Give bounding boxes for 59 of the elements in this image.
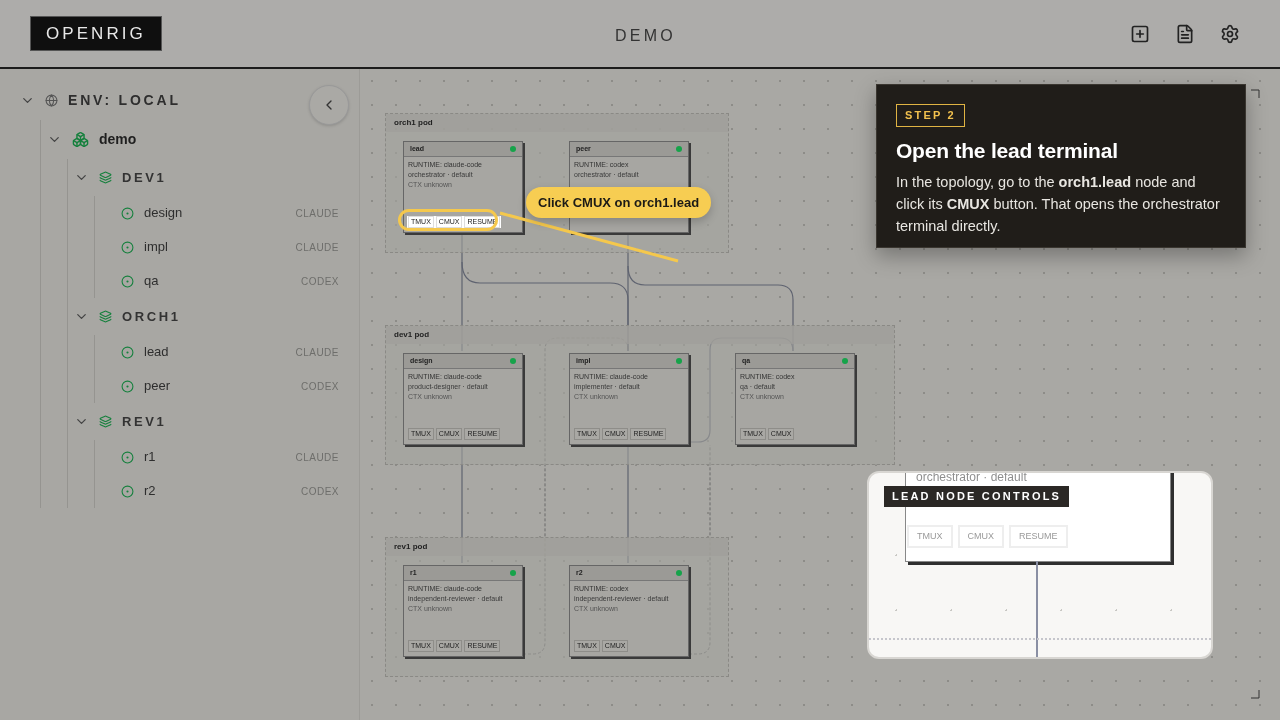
role-text: orchestrator · default bbox=[916, 473, 1027, 486]
tree-label: ENV: LOCAL bbox=[68, 90, 181, 110]
pod-title: orch1 pod bbox=[394, 117, 433, 129]
tree-row[interactable]: r2 CODEX bbox=[121, 474, 359, 508]
tree-label: qa bbox=[144, 272, 159, 291]
runtime-label: CODEX bbox=[300, 274, 339, 289]
tree-label: r2 bbox=[144, 482, 156, 501]
tree-row[interactable]: demo bbox=[47, 120, 359, 159]
document-icon[interactable] bbox=[1175, 23, 1195, 44]
tree-row[interactable]: ORCH1 bbox=[74, 298, 359, 335]
tree-row[interactable]: impl CLAUDE bbox=[121, 230, 359, 264]
runtime-label: CODEX bbox=[300, 379, 339, 394]
tree-row[interactable]: r1 CLAUDE bbox=[121, 440, 359, 474]
globe-icon bbox=[45, 93, 58, 107]
pod-title: rev1 pod bbox=[394, 541, 428, 553]
runtime-label: CLAUDE bbox=[295, 345, 339, 360]
agent-icon bbox=[121, 379, 134, 393]
page-title: DEMO bbox=[615, 26, 676, 46]
agent-icon bbox=[121, 240, 134, 254]
tree-row[interactable]: qa CODEX bbox=[121, 264, 359, 298]
agent-icon bbox=[121, 450, 134, 464]
tree-label: impl bbox=[144, 238, 168, 257]
agent-icon bbox=[121, 484, 134, 498]
tree-label: REV1 bbox=[122, 412, 167, 431]
tree-row[interactable]: ENV: LOCAL bbox=[20, 80, 359, 120]
runtime-label: CLAUDE bbox=[295, 240, 339, 255]
tour-description: In the topology, go to the orch1.lead node and click its CMUX button. That opens the orchestrator terminal directly. bbox=[896, 173, 1221, 237]
tree-label: ORCH1 bbox=[122, 307, 181, 326]
tree-row[interactable]: DEV1 bbox=[74, 159, 359, 196]
layers-icon bbox=[99, 310, 112, 323]
tree-label: demo bbox=[99, 130, 137, 149]
tree-label: r1 bbox=[144, 448, 156, 467]
runtime-label: CLAUDE bbox=[295, 450, 339, 465]
agent-icon bbox=[121, 206, 134, 220]
tree-label: DEV1 bbox=[122, 168, 167, 187]
tree-label: design bbox=[144, 204, 183, 223]
runtime-label: CLAUDE bbox=[295, 206, 339, 221]
cubes-icon bbox=[72, 131, 89, 148]
layers-icon bbox=[99, 171, 112, 184]
layers-icon bbox=[99, 415, 112, 428]
step-badge: STEP 2 bbox=[896, 103, 965, 127]
tree-row[interactable]: design CLAUDE bbox=[121, 196, 359, 230]
tree-row[interactable]: peer CODEX bbox=[121, 369, 359, 403]
inset-label: LEAD NODE CONTROLS bbox=[884, 486, 1070, 507]
agent-icon bbox=[121, 274, 134, 288]
corner-mark bbox=[1250, 689, 1260, 699]
tour-title: Open the lead terminal bbox=[896, 137, 1119, 164]
callout-bubble: Click CMUX on orch1.lead bbox=[526, 187, 712, 218]
tree-row[interactable]: REV1 bbox=[74, 403, 359, 440]
tree-label: lead bbox=[144, 343, 169, 362]
logo[interactable]: OPENRIG bbox=[30, 16, 162, 51]
settings-icon[interactable] bbox=[1220, 23, 1240, 44]
pod-title: dev1 pod bbox=[394, 329, 430, 341]
corner-mark bbox=[1250, 89, 1260, 99]
tree-row[interactable]: lead CLAUDE bbox=[121, 335, 359, 369]
add-icon[interactable] bbox=[1130, 23, 1150, 44]
agent-icon bbox=[121, 345, 134, 359]
runtime-label: CODEX bbox=[300, 484, 339, 499]
tree-label: peer bbox=[144, 377, 171, 396]
